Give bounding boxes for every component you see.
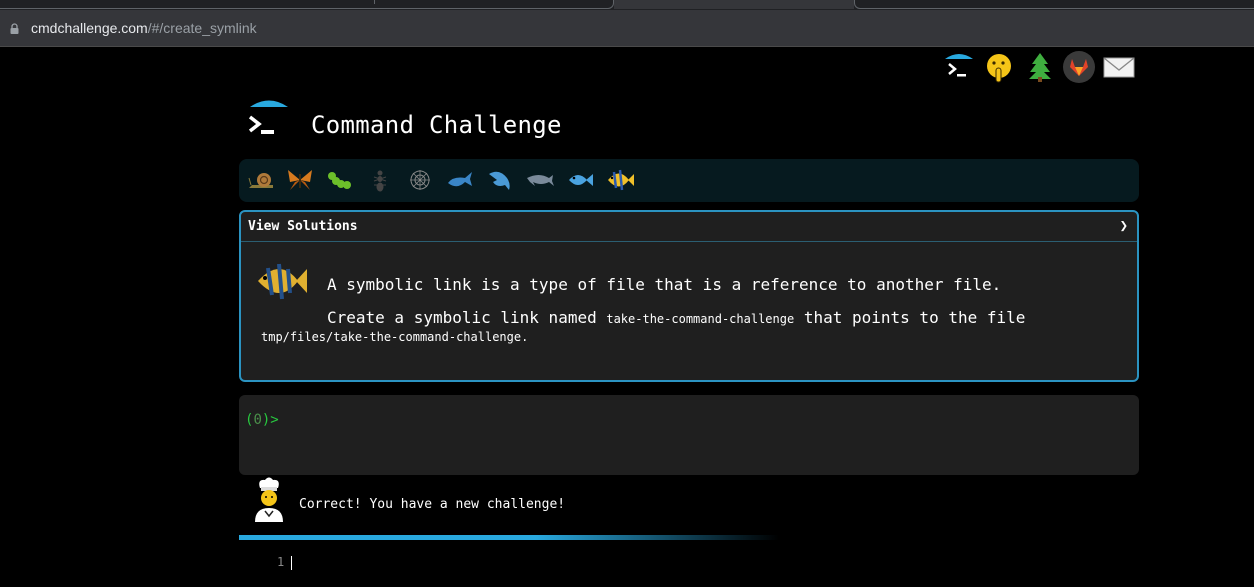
challenge-description-text: A symbolic link is a type of file that i… — [327, 275, 1002, 294]
caterpillar-icon[interactable] — [325, 166, 355, 194]
terminal-output[interactable]: (0)> — [239, 395, 1139, 475]
view-solutions-toggle[interactable]: View Solutions ❯ — [241, 212, 1137, 242]
dolphin-icon[interactable] — [485, 166, 515, 194]
top-nav-icons — [942, 50, 1142, 86]
browser-tab-strip — [0, 0, 1254, 10]
snail-icon[interactable] — [246, 166, 276, 194]
page-title: Command Challenge — [311, 111, 562, 139]
feedback-message: Correct! You have a new challenge! — [299, 497, 566, 512]
browser-tab[interactable] — [854, 0, 1254, 9]
progress-bar — [239, 535, 779, 540]
url-host: cmdchallenge.com — [31, 20, 148, 36]
editor-line-number: 1 — [277, 555, 285, 569]
chevron-right-icon[interactable]: ❯ — [1120, 218, 1128, 234]
tropical-fish-icon[interactable] — [605, 166, 635, 194]
tab-separator — [374, 0, 375, 4]
butterfly-icon[interactable] — [285, 166, 315, 194]
envelope-icon[interactable] — [1102, 50, 1136, 84]
browser-tab-active[interactable] — [614, 0, 854, 9]
site-logo-icon[interactable] — [246, 97, 292, 141]
url-path: /#/create_symlink — [147, 20, 257, 36]
prompt-exit-code: 0 — [253, 412, 262, 428]
challenge-icon-bar — [239, 159, 1139, 202]
task-text-suffix: that points to the file — [794, 308, 1026, 327]
terminal-prompt: (0)> — [245, 412, 279, 428]
gitlab-icon[interactable] — [1062, 50, 1096, 84]
challenge-task-text: Create a symbolic link named take-the-co… — [327, 308, 1025, 327]
target-path-code: tmp/files/take-the-command-challenge — [261, 330, 522, 344]
whale-icon[interactable] — [445, 166, 475, 194]
view-solutions-label: View Solutions — [248, 219, 358, 234]
fish-icon[interactable] — [565, 166, 595, 194]
lock-icon[interactable] — [10, 23, 19, 34]
terminal-logo-icon[interactable] — [942, 50, 976, 84]
tropical-fish-icon — [258, 263, 307, 300]
prompt-close: )> — [261, 412, 279, 428]
challenge-task-target: tmp/files/take-the-command-challenge. — [261, 330, 528, 344]
ant-icon[interactable] — [365, 166, 395, 194]
address-bar[interactable]: cmdchallenge.com/#/create_symlink — [0, 10, 1254, 47]
symlink-name-code: take-the-command-challenge — [606, 312, 795, 326]
target-period: . — [521, 330, 529, 344]
browser-tab[interactable] — [0, 0, 614, 9]
dolphin-icon[interactable] — [525, 166, 555, 194]
shushing-face-icon[interactable] — [982, 50, 1016, 84]
tree-icon[interactable] — [1023, 50, 1057, 84]
command-input-cursor[interactable] — [291, 556, 292, 570]
task-text-prefix: Create a symbolic link named — [327, 308, 607, 327]
spider-web-icon[interactable] — [405, 166, 435, 194]
url-text[interactable]: cmdchallenge.com/#/create_symlink — [31, 20, 257, 36]
chef-icon — [255, 477, 283, 522]
challenge-description-panel: View Solutions ❯ A symbolic link is a ty… — [239, 210, 1139, 382]
